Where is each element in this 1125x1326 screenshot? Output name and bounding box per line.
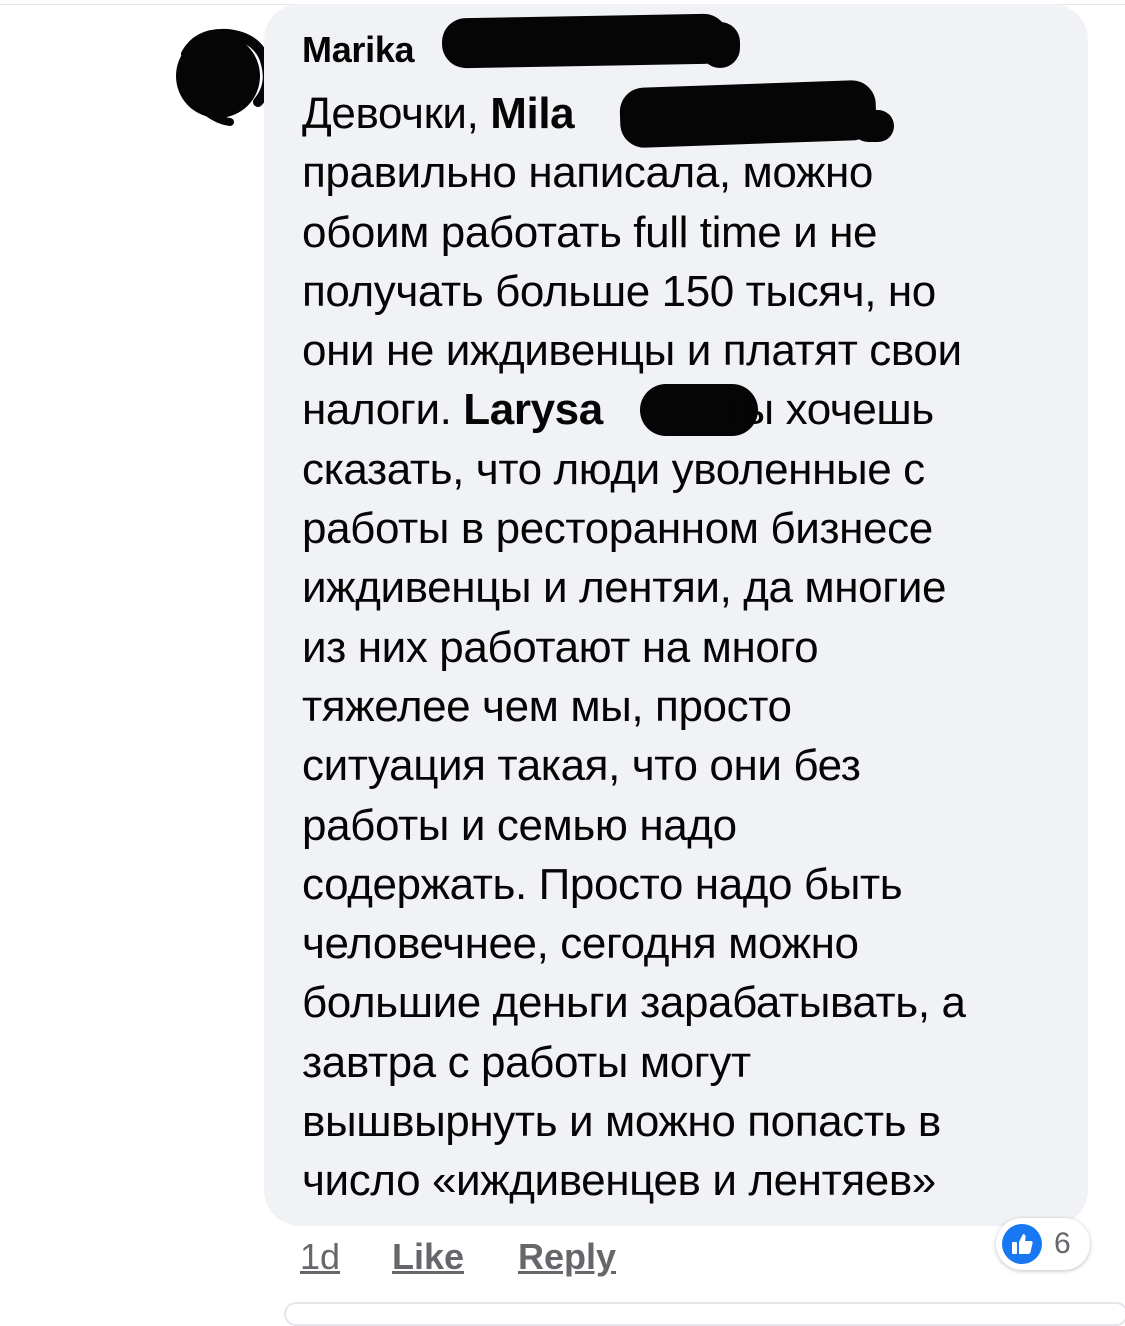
thumbs-up-icon <box>1002 1224 1042 1264</box>
comment-text: Девочки, Mila правильно написала, можно … <box>302 84 1072 1211</box>
reply-box-edge[interactable] <box>284 1302 1125 1326</box>
comment-line: правильно написала, можно <box>302 148 873 198</box>
timestamp-link[interactable]: 1d <box>300 1236 340 1278</box>
comment-line: работы в ресторанном бизнесе <box>302 504 933 554</box>
comment-line: человечнее, сегодня можно <box>302 919 859 969</box>
comment-line: число «иждивенцев и лентяев» <box>302 1156 936 1206</box>
reaction-count: 6 <box>1054 1227 1071 1260</box>
comment-line: сказать, что люди уволенные с <box>302 444 925 494</box>
like-button[interactable]: Like <box>392 1236 464 1278</box>
comment-line: получать больше 150 тысяч, но <box>302 266 936 316</box>
comment-line: завтра с работы могут <box>302 1037 751 1087</box>
comment-line: ситуация такая, что они без <box>302 741 861 791</box>
reaction-summary[interactable]: 6 <box>996 1218 1090 1270</box>
reply-button[interactable]: Reply <box>518 1236 616 1278</box>
comment-line: тяжелее чем мы, просто <box>302 681 792 731</box>
redaction-mark <box>700 22 740 68</box>
comment-line: обоим работать full time и не <box>302 207 878 257</box>
redaction-mark <box>441 13 729 69</box>
comment-line: большие деньги зарабатывать, а <box>302 978 966 1028</box>
comment-line: работы и семью надо <box>302 800 737 850</box>
comment-author[interactable]: Marika <box>302 28 415 72</box>
author-name[interactable]: Marika <box>302 29 415 70</box>
avatar[interactable] <box>168 24 278 134</box>
comment-line: иждивенцы и лентяи, да многие <box>302 563 947 613</box>
comment-line: содержать. Просто надо быть <box>302 859 903 909</box>
comment-line: они не иждивенцы и платят свои <box>302 326 962 376</box>
comment-line: налоги. Larysa ты хочешь <box>302 385 934 435</box>
mention-link[interactable]: Larysa <box>463 385 603 434</box>
comment-line: вышвырнуть и можно попасть в <box>302 1097 941 1147</box>
comment-line: Девочки, Mila <box>302 89 575 138</box>
comment-line: из них работают на много <box>302 622 819 672</box>
mention-link[interactable]: Mila <box>490 89 574 138</box>
